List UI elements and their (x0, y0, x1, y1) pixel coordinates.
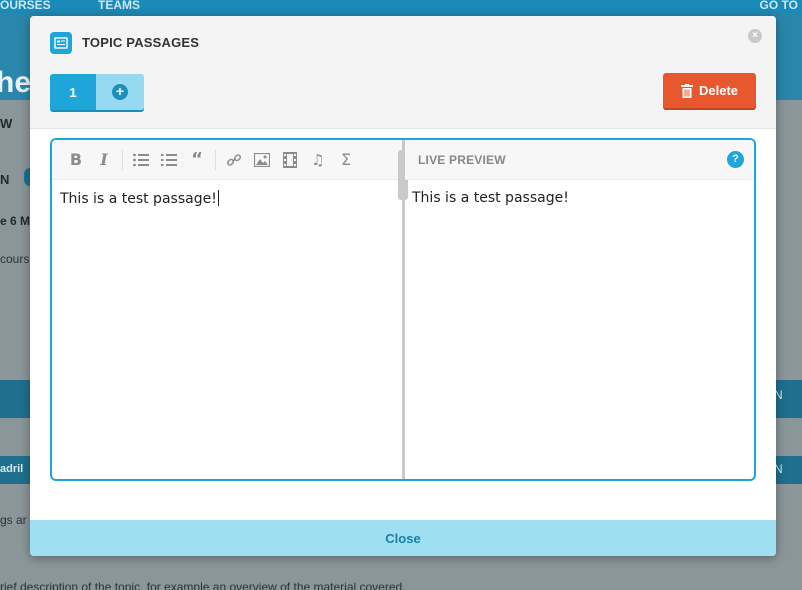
audio-icon[interactable]: ♫ (306, 148, 330, 172)
add-passage-button[interactable]: + (96, 74, 144, 110)
bg-text-fragment: e 6 M (0, 214, 31, 228)
passage-tab-1[interactable]: 1 (50, 74, 96, 110)
quote-icon[interactable]: “ (185, 148, 209, 172)
modal-header: TOPIC PASSAGES × 1 + Delete (30, 16, 776, 129)
video-icon[interactable] (278, 148, 302, 172)
app-top-nav: OURSES TEAMS GO TO (0, 0, 802, 14)
bg-text-fragment: gs ar (0, 513, 27, 527)
nav-courses[interactable]: OURSES (0, 0, 51, 12)
delete-label: Delete (698, 83, 739, 98)
bg-text-fragment: W (0, 116, 13, 131)
page-title-fragment: he (0, 66, 32, 99)
plus-circle-icon: + (112, 84, 128, 100)
topic-passages-modal: TOPIC PASSAGES × 1 + Delete B I “ ♫ Σ Th… (30, 16, 776, 556)
unordered-list-icon[interactable] (129, 148, 153, 172)
editor-content[interactable]: This is a test passage! (60, 190, 219, 207)
nav-teams[interactable]: TEAMS (98, 0, 140, 12)
bg-text-fragment: rief description of the topic, for examp… (0, 580, 406, 590)
editor-toolbar: B I “ ♫ Σ (52, 140, 402, 180)
edit-pane[interactable]: B I “ ♫ Σ This is a test passage! (52, 140, 402, 479)
document-list-icon (50, 32, 72, 54)
bold-icon[interactable]: B (64, 148, 88, 172)
formula-icon[interactable]: Σ (334, 148, 358, 172)
nav-goto[interactable]: GO TO (760, 0, 798, 12)
toolbar-separator (122, 149, 123, 170)
link-icon[interactable] (222, 148, 246, 172)
preview-label: LIVE PREVIEW (418, 153, 506, 167)
italic-icon[interactable]: I (92, 148, 116, 172)
delete-button[interactable]: Delete (663, 73, 756, 108)
preview-header: LIVE PREVIEW ? (405, 140, 754, 180)
toolbar-separator (215, 149, 216, 170)
editor-text: This is a test passage! (60, 191, 217, 207)
passage-tabs: 1 + (50, 74, 144, 110)
bg-text-fragment: adril (0, 463, 24, 475)
modal-title: TOPIC PASSAGES (82, 35, 200, 50)
bg-text-fragment: cours (0, 252, 30, 266)
modal-footer[interactable]: Close (30, 520, 776, 556)
close-circle-icon[interactable]: × (748, 29, 762, 43)
close-button[interactable]: Close (385, 531, 420, 546)
markdown-editor: B I “ ♫ Σ This is a test passage! LIVE P… (50, 138, 756, 481)
bg-text-fragment: N (0, 172, 10, 187)
help-icon[interactable]: ? (727, 151, 744, 168)
text-caret (217, 190, 219, 206)
trash-icon (680, 83, 693, 98)
image-icon[interactable] (250, 148, 274, 172)
preview-content: This is a test passage! (412, 190, 569, 206)
preview-pane: LIVE PREVIEW ? This is a test passage! (405, 140, 754, 479)
ordered-list-icon[interactable] (157, 148, 181, 172)
